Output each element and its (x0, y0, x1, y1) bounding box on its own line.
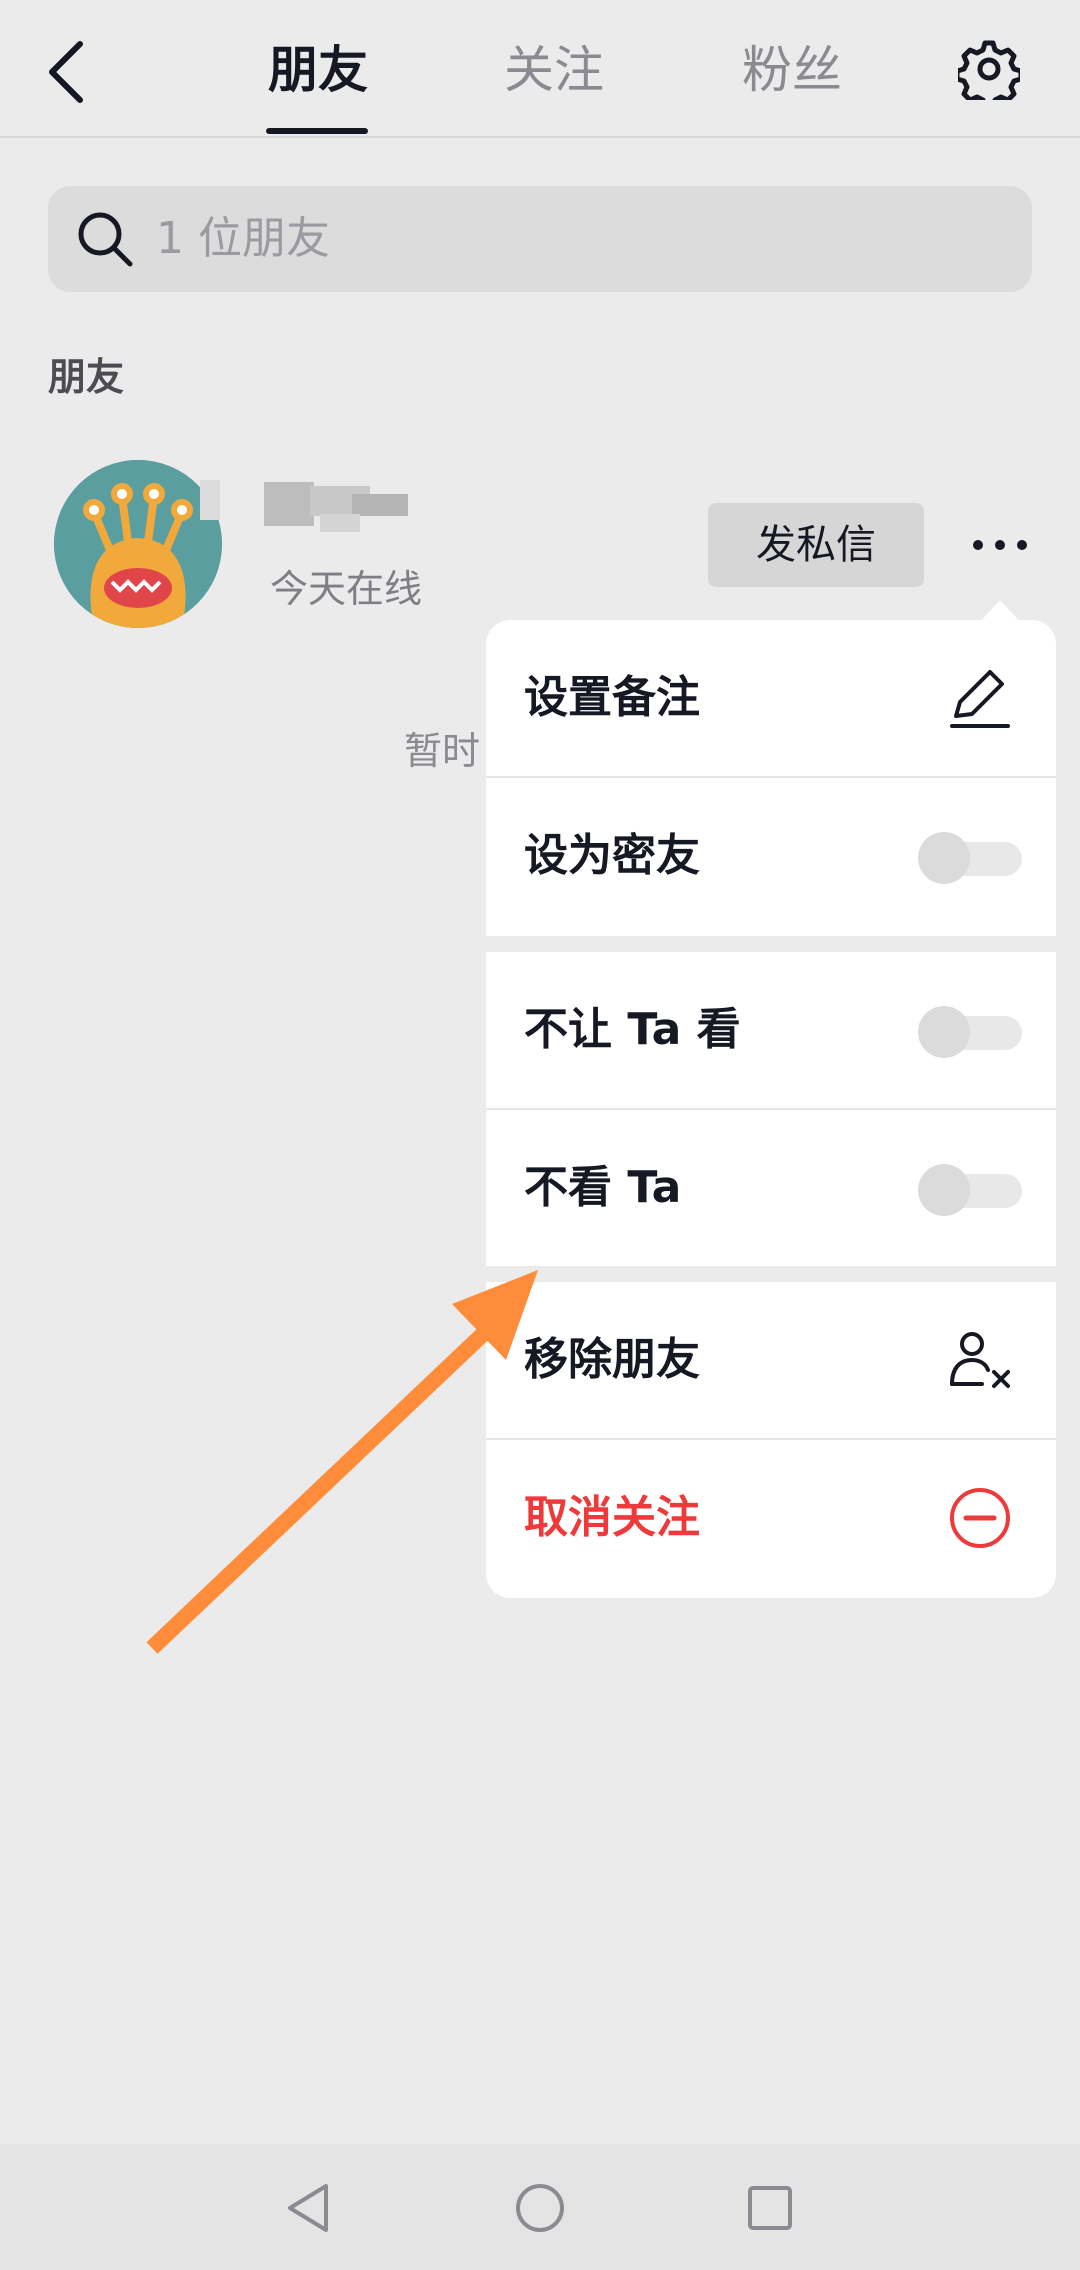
minus-circle-icon (940, 1478, 1020, 1558)
chevron-left-icon (49, 41, 83, 103)
close-friend-toggle[interactable] (918, 832, 1022, 884)
nav-back-button[interactable] (272, 2172, 344, 2244)
more-horizontal-icon (973, 540, 1027, 550)
nav-home-button[interactable] (504, 2172, 576, 2244)
menu-group-2: 不让 Ta 看 不看 Ta (486, 952, 1056, 1266)
menu-item-label: 不看 Ta (524, 1162, 682, 1213)
hide-from-ta-toggle[interactable] (918, 1006, 1022, 1058)
system-navigation-bar (0, 2144, 1080, 2270)
nav-recents-icon (748, 2186, 792, 2230)
search-input[interactable]: 1 位朋友 (156, 186, 330, 292)
back-button[interactable] (40, 30, 100, 110)
monster-avatar-image (54, 460, 222, 628)
section-title: 朋友 (48, 355, 125, 399)
menu-item-hide-from-ta[interactable]: 不让 Ta 看 (486, 952, 1056, 1108)
gear-icon (954, 40, 1024, 110)
tab-following[interactable]: 关注 (474, 30, 634, 110)
settings-button[interactable] (954, 38, 1024, 110)
active-tab-indicator (266, 128, 368, 134)
tab-friends[interactable]: 朋友 (238, 30, 398, 110)
more-options-button[interactable] (960, 520, 1040, 570)
menu-group-1: 设置备注 设为密友 (486, 620, 1056, 936)
menu-item-set-remark[interactable]: 设置备注 (486, 620, 1056, 776)
mute-ta-toggle[interactable] (918, 1164, 1022, 1216)
menu-item-label: 设置备注 (524, 672, 700, 723)
remove-user-icon (940, 1320, 1020, 1400)
avatar[interactable] (54, 460, 222, 628)
menu-item-remove-friend[interactable]: 移除朋友 (486, 1282, 1056, 1438)
menu-item-label: 设为密友 (524, 830, 700, 881)
menu-item-mute-ta[interactable]: 不看 Ta (486, 1110, 1056, 1266)
nav-home-icon (516, 2184, 564, 2232)
menu-item-close-friend[interactable]: 设为密友 (486, 778, 1056, 934)
tab-fans[interactable]: 粉丝 (712, 30, 872, 110)
send-message-button[interactable]: 发私信 (708, 503, 924, 587)
nav-recents-button[interactable] (734, 2172, 806, 2244)
friend-options-menu: 设置备注 设为密友 不让 Ta 看 不看 Ta 移除朋友 取消关注 (486, 620, 1056, 1598)
menu-group-3: 移除朋友 取消关注 (486, 1282, 1056, 1598)
menu-item-unfollow[interactable]: 取消关注 (486, 1440, 1056, 1596)
menu-item-label: 移除朋友 (524, 1334, 700, 1385)
nav-back-icon (288, 2184, 328, 2232)
menu-item-label: 取消关注 (524, 1492, 700, 1543)
empty-hint-text: 暂时 (404, 729, 481, 773)
search-bar[interactable]: 1 位朋友 (48, 186, 1032, 292)
online-status: 今天在线 (270, 567, 423, 611)
menu-item-label: 不让 Ta 看 (524, 1004, 741, 1055)
pencil-icon (940, 658, 1020, 738)
blurred-username (200, 470, 420, 540)
top-header: 朋友 关注 粉丝 (0, 0, 1080, 138)
search-icon (74, 208, 136, 270)
